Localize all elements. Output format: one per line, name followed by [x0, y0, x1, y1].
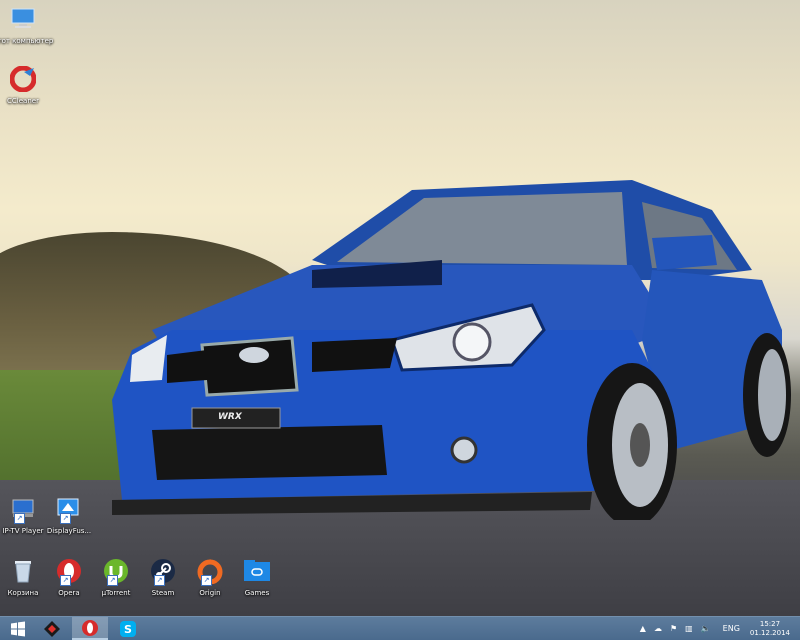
clock-date: 01.12.2014 [749, 628, 790, 637]
desktop-icon-ccleaner[interactable]: CCleaner [0, 64, 54, 106]
ccleaner-icon [8, 64, 38, 94]
shortcut-arrow-icon: ↗ [14, 513, 25, 524]
games-folder-icon [242, 556, 272, 586]
taskbar-app-1[interactable] [34, 617, 70, 640]
shortcut-arrow-icon: ↗ [60, 575, 71, 586]
taskbar-app-opera[interactable] [72, 617, 108, 640]
svg-text:S: S [124, 623, 132, 636]
shortcut-arrow-icon: ↗ [201, 575, 212, 586]
tray-flag-icon[interactable]: ⚑ [670, 624, 677, 633]
opera-icon [82, 619, 98, 636]
skype-icon: S [120, 620, 136, 637]
license-plate-text: WRX [218, 412, 242, 422]
taskbar-app-skype[interactable]: S [110, 617, 146, 640]
displayfusion-icon: ↗ [54, 494, 84, 524]
wallpaper-car [112, 180, 791, 520]
tray-up-arrow-icon[interactable]: ▲ [640, 624, 646, 633]
shortcut-arrow-icon: ↗ [154, 575, 165, 586]
desktop-wallpaper: WRX [0, 0, 800, 616]
tray-volume-icon[interactable]: 🔈 [701, 624, 711, 633]
shortcut-arrow-icon: ↗ [60, 513, 71, 524]
steam-icon: ↗ [148, 556, 178, 586]
clock-time: 15:27 [759, 619, 781, 628]
tray-network-icon[interactable]: ▥ [685, 624, 693, 633]
start-button[interactable] [0, 617, 36, 640]
recycle-bin-icon [8, 556, 38, 586]
taskbar: S ▲ ☁ ⚑ ▥ 🔈 ENG 15:27 01.12.2014 [0, 616, 800, 640]
desktop-icon-this-pc[interactable]: Этот компьютер [0, 4, 54, 46]
clock[interactable]: 15:27 01.12.2014 [750, 620, 790, 638]
desktop-icon-label: DisplayFus... [46, 527, 92, 535]
windows-start-icon [11, 621, 25, 636]
utorrent-icon: ↗ [101, 556, 131, 586]
desktop-icon-label: Этот компьютер [0, 37, 54, 45]
desktop-icon-displayfusion[interactable]: ↗ DisplayFus... [38, 494, 100, 536]
computer-icon [8, 4, 38, 34]
desktop-icon-games[interactable]: Games [226, 556, 288, 598]
tray-cloud-icon[interactable]: ☁ [654, 624, 662, 633]
system-tray: ▲ ☁ ⚑ ▥ 🔈 ENG 15:27 01.12.2014 [636, 617, 800, 640]
desktop-icon-label: Games [244, 589, 270, 597]
language-indicator[interactable]: ENG [723, 624, 740, 633]
desktop-icon-label: CCleaner [7, 97, 39, 105]
apps-icon [44, 620, 60, 637]
shortcut-arrow-icon: ↗ [107, 575, 118, 586]
opera-icon: ↗ [54, 556, 84, 586]
iptv-icon: ↗ [8, 494, 38, 524]
origin-icon: ↗ [195, 556, 225, 586]
